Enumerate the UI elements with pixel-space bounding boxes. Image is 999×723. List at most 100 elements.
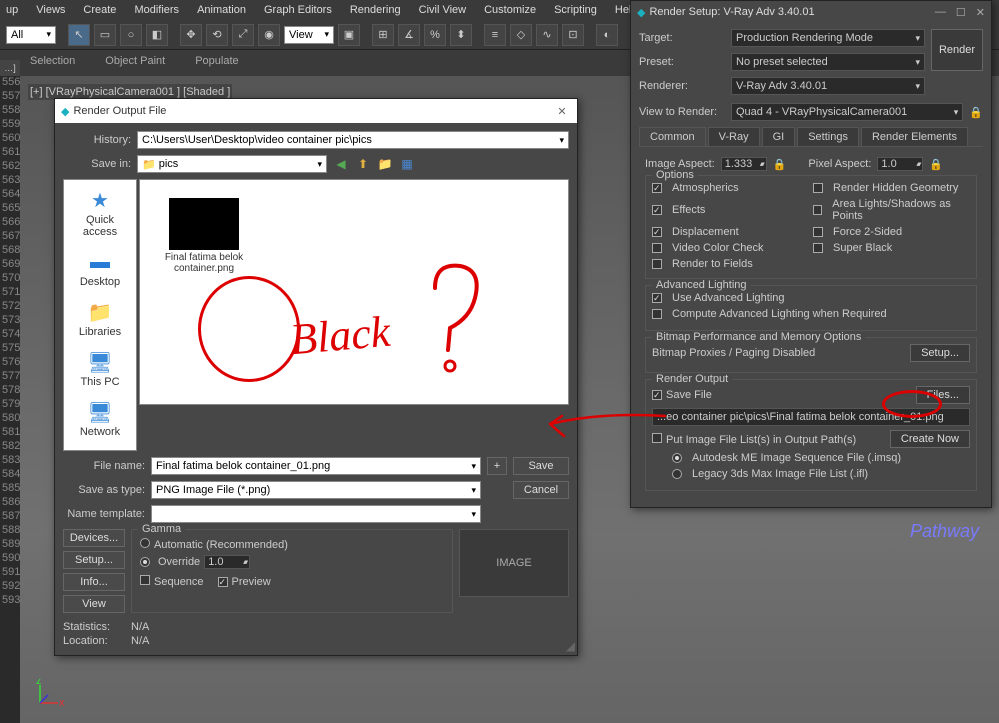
schematic-icon[interactable]: ⊡ <box>562 24 584 46</box>
viewrender-dropdown[interactable]: Quad 4 - VRayPhysicalCamera001 <box>731 103 963 121</box>
menu-up[interactable]: up <box>6 4 18 16</box>
render-button[interactable]: Render <box>931 29 983 71</box>
tab-selection[interactable]: Selection <box>30 55 75 67</box>
scale-icon[interactable]: ⤢ <box>232 24 254 46</box>
tab-settings[interactable]: Settings <box>797 127 859 146</box>
lasso-icon[interactable]: ○ <box>120 24 142 46</box>
template-input[interactable] <box>151 505 481 523</box>
option-checkbox[interactable] <box>813 183 823 193</box>
use-advlight-checkbox[interactable] <box>652 293 662 303</box>
option-checkbox[interactable] <box>652 183 662 193</box>
pixel-aspect-spinner[interactable]: 1.0 <box>877 157 923 171</box>
dialog-titlebar[interactable]: ◆ Render Output File ✕ <box>55 99 577 123</box>
place-item[interactable]: 🖥This PC <box>80 346 119 396</box>
devices-button[interactable]: Devices... <box>63 529 125 547</box>
minimize-icon[interactable]: — <box>935 6 946 19</box>
tab-objectpaint[interactable]: Object Paint <box>105 55 165 67</box>
views-icon[interactable]: ▦ <box>399 156 415 172</box>
putlist-checkbox[interactable] <box>652 433 662 443</box>
save-file-checkbox[interactable] <box>652 390 662 400</box>
tab-renderelements[interactable]: Render Elements <box>861 127 968 146</box>
renderer-dropdown[interactable]: V-Ray Adv 3.40.01 <box>731 77 925 95</box>
option-checkbox[interactable] <box>652 259 662 269</box>
resize-grip-icon[interactable]: ◢ <box>566 639 575 653</box>
tab-populate[interactable]: Populate <box>195 55 238 67</box>
curve-editor-icon[interactable]: ∿ <box>536 24 558 46</box>
align-icon[interactable]: ≡ <box>484 24 506 46</box>
render-titlebar[interactable]: ◆ Render Setup: V-Ray Adv 3.40.01 — ☐ ✕ <box>631 1 991 23</box>
menu-scripting[interactable]: Scripting <box>554 4 597 16</box>
lock-icon[interactable]: 🔒 <box>969 106 983 119</box>
place-item[interactable]: ★Quick access <box>68 184 132 246</box>
tab-vray[interactable]: V-Ray <box>708 127 760 146</box>
option-checkbox[interactable] <box>813 243 823 253</box>
menu-customize[interactable]: Customize <box>484 4 536 16</box>
tab-common[interactable]: Common <box>639 127 706 146</box>
aspect-lock-icon[interactable]: 🔒 <box>773 158 787 171</box>
gamma-spinner[interactable]: 1.0 <box>204 555 250 569</box>
save-button[interactable]: Save <box>513 457 569 475</box>
target-dropdown[interactable]: Production Rendering Mode <box>731 29 925 47</box>
close-icon[interactable]: ✕ <box>976 6 985 19</box>
option-checkbox[interactable] <box>652 205 662 215</box>
files-button[interactable]: Files... <box>916 386 970 404</box>
setup-button[interactable]: Setup... <box>63 551 125 569</box>
menu-civilview[interactable]: Civil View <box>419 4 466 16</box>
pixel-lock-icon[interactable]: 🔒 <box>929 158 943 171</box>
refcoord-dropdown[interactable]: View <box>284 26 334 44</box>
ifl-radio[interactable] <box>672 469 682 479</box>
bmp-setup-button[interactable]: Setup... <box>910 344 970 362</box>
gamma-override-radio[interactable] <box>140 557 150 567</box>
filter-dropdown[interactable]: All <box>6 26 56 44</box>
place-item[interactable]: ▬Desktop <box>80 246 120 296</box>
new-folder-icon[interactable]: 📁 <box>377 156 393 172</box>
percent-snap-icon[interactable]: % <box>424 24 446 46</box>
option-checkbox[interactable] <box>652 243 662 253</box>
savein-dropdown[interactable]: 📁pics <box>137 155 327 173</box>
placement-icon[interactable]: ◉ <box>258 24 280 46</box>
tab-gi[interactable]: GI <box>762 127 796 146</box>
option-checkbox[interactable] <box>813 227 823 237</box>
pivot-icon[interactable]: ▣ <box>338 24 360 46</box>
preset-dropdown[interactable]: No preset selected <box>731 53 925 71</box>
box-select-icon[interactable]: ▭ <box>94 24 116 46</box>
up-folder-icon[interactable]: ⬆ <box>355 156 371 172</box>
snap-icon[interactable]: ⊞ <box>372 24 394 46</box>
place-item[interactable]: 📁Libraries <box>79 296 121 346</box>
layer-icon[interactable]: ◇ <box>510 24 532 46</box>
close-icon[interactable]: ✕ <box>553 102 571 120</box>
move-icon[interactable]: ✥ <box>180 24 202 46</box>
smart-select-icon[interactable]: ◧ <box>146 24 168 46</box>
compute-advlight-checkbox[interactable] <box>652 309 662 319</box>
angle-snap-icon[interactable]: ∡ <box>398 24 420 46</box>
sequence-checkbox[interactable] <box>140 575 150 585</box>
imsq-radio[interactable] <box>672 453 682 463</box>
spinner-snap-icon[interactable]: ⬍ <box>450 24 472 46</box>
option-checkbox[interactable] <box>652 227 662 237</box>
place-item[interactable]: 🖥Network <box>80 396 120 446</box>
plus-button[interactable]: + <box>487 457 507 475</box>
file-thumbnail[interactable]: Final fatima belok container.png <box>154 198 254 274</box>
view-button[interactable]: View <box>63 595 125 613</box>
option-checkbox[interactable] <box>813 205 822 215</box>
menu-animation[interactable]: Animation <box>197 4 246 16</box>
menu-grapheditors[interactable]: Graph Editors <box>264 4 332 16</box>
saveas-dropdown[interactable]: PNG Image File (*.png) <box>151 481 481 499</box>
cancel-button[interactable]: Cancel <box>513 481 569 499</box>
rotate-icon[interactable]: ⟲ <box>206 24 228 46</box>
menu-views[interactable]: Views <box>36 4 65 16</box>
back-icon[interactable]: ◀ <box>333 156 349 172</box>
maximize-icon[interactable]: ☐ <box>956 6 966 19</box>
gamma-auto-radio[interactable] <box>140 538 150 548</box>
menu-create[interactable]: Create <box>83 4 116 16</box>
script-tab[interactable]: …] <box>0 60 20 76</box>
createnow-button[interactable]: Create Now <box>890 430 970 448</box>
menu-rendering[interactable]: Rendering <box>350 4 401 16</box>
menu-modifiers[interactable]: Modifiers <box>134 4 179 16</box>
image-aspect-spinner[interactable]: 1.333 <box>721 157 767 171</box>
select-tool-icon[interactable]: ↖ <box>68 24 90 46</box>
output-path-field[interactable]: ...eo container pic\pics\Final fatima be… <box>652 408 970 426</box>
preview-checkbox[interactable] <box>218 577 228 587</box>
info-button[interactable]: Info... <box>63 573 125 591</box>
mat-editor-icon[interactable]: ◐ <box>596 24 618 46</box>
